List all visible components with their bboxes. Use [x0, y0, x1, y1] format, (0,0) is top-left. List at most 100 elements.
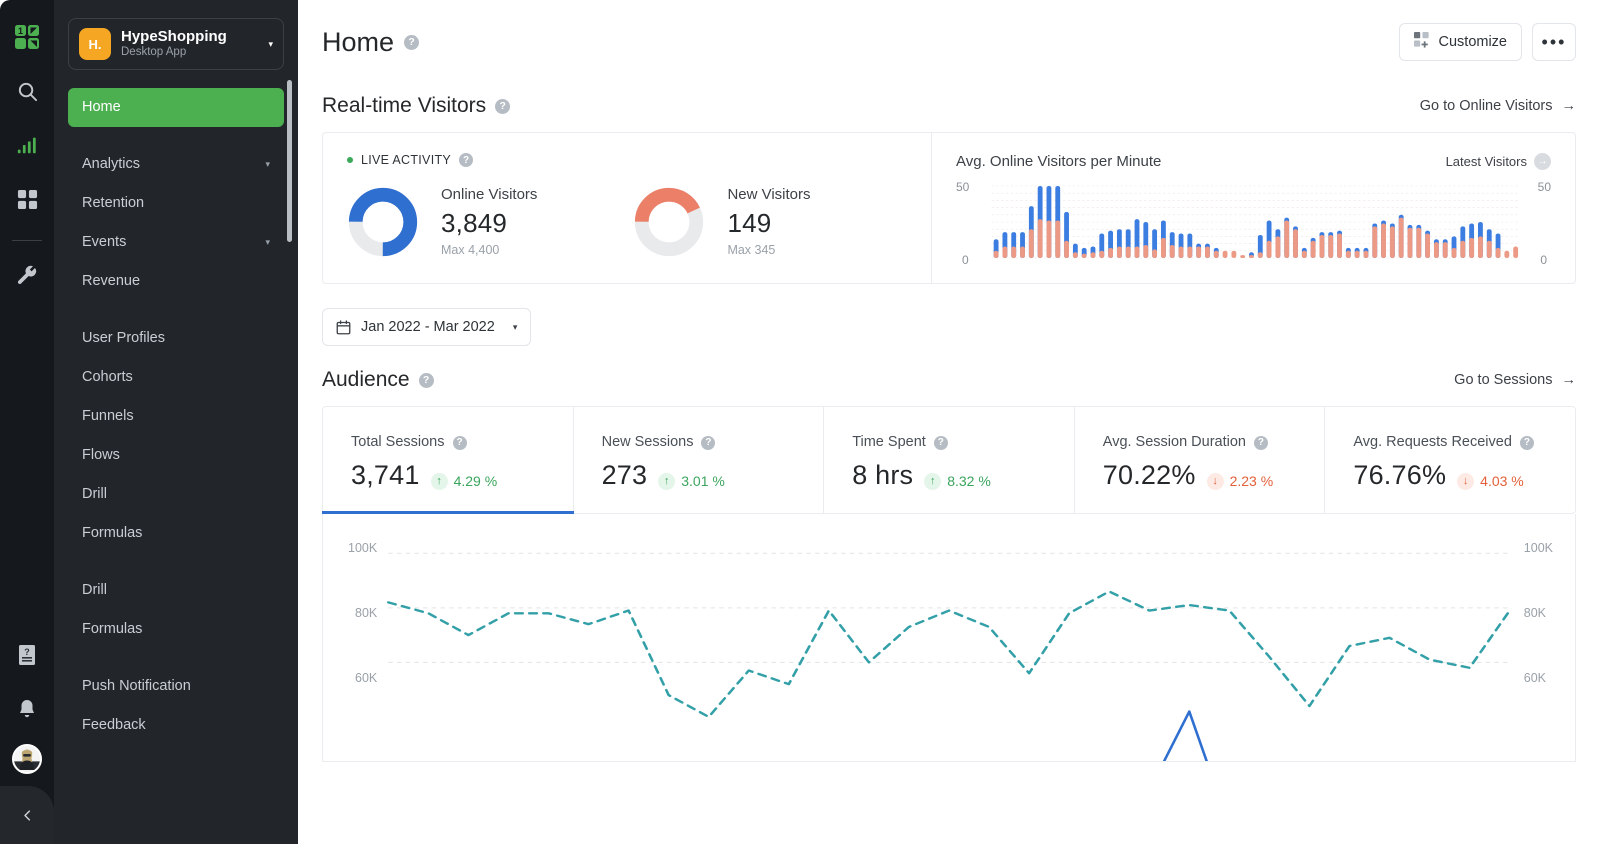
online-visitors-value: 3,849 — [441, 205, 537, 241]
date-range-picker[interactable]: Jan 2022 - Mar 2022 ▾ — [322, 308, 531, 346]
workspace-logo: H. — [79, 28, 111, 60]
help-icon[interactable]: ? — [459, 153, 473, 167]
search-icon[interactable] — [8, 72, 46, 110]
metric-delta-text: 4.03 % — [1480, 473, 1524, 489]
metric-card-time-spent[interactable]: Time Spent?8 hrs↑8.32 % — [824, 407, 1075, 513]
metric-delta-text: 8.32 % — [947, 473, 991, 489]
online-visitors-max: Max 4,400 — [441, 241, 537, 259]
sidebar-item-formulas[interactable]: Formulas — [68, 610, 284, 649]
help-icon[interactable]: ? — [404, 35, 419, 50]
help-icon[interactable]: ? — [495, 99, 510, 114]
customize-button[interactable]: Customize — [1399, 23, 1523, 61]
latest-visitors-link[interactable]: Latest Visitors → — [1446, 153, 1551, 170]
analytics-bar-icon[interactable] — [8, 126, 46, 164]
workspace-switcher[interactable]: H. HypeShopping Desktop App ▾ — [68, 18, 284, 70]
help-icon[interactable]: ? — [934, 436, 948, 450]
wrench-icon[interactable] — [8, 257, 46, 295]
sidebar-item-drill[interactable]: Drill — [68, 475, 284, 514]
arrow-right-icon: → — [1562, 98, 1577, 114]
sidebar-scrollbar[interactable] — [287, 80, 292, 242]
more-options-button[interactable]: ••• — [1532, 23, 1576, 61]
chevron-down-icon: ▾ — [265, 233, 270, 252]
logo-icon[interactable]: 1 — [8, 18, 46, 56]
sidebar-item-label: Cohorts — [82, 368, 133, 387]
metric-card-avg-requests-received[interactable]: Avg. Requests Received?76.76%↓4.03 % — [1325, 407, 1575, 513]
metric-delta: ↑ 8.32 % — [924, 473, 991, 490]
metrics-row: Total Sessions? 3,741 ↑ 4.29 % New Sessions?… — [322, 406, 1576, 514]
sidebar-item-label: Formulas — [82, 620, 142, 639]
rail-bottom-group: ? — [0, 636, 54, 774]
metric-card-new-sessions[interactable]: New Sessions?273↑3.01 % — [574, 407, 825, 513]
page-title-text: Home — [322, 27, 394, 58]
chevron-down-icon: ▾ — [513, 322, 518, 333]
metric-delta-text: 4.29 % — [454, 473, 498, 489]
go-to-online-visitors-link[interactable]: Go to Online Visitors → — [1420, 98, 1576, 114]
sidebar-item-push-notification[interactable]: Push Notification — [68, 667, 284, 706]
chevron-down-icon: ▾ — [265, 155, 270, 174]
metric-value-row: 3,741 ↑ 4.29 % — [351, 460, 573, 491]
apps-grid-icon[interactable] — [8, 180, 46, 218]
sidebar-item-label: Push Notification — [82, 677, 191, 696]
metric-card-total-sessions[interactable]: Total Sessions? 3,741 ↑ 4.29 % — [323, 407, 574, 513]
help-icon[interactable]: ? — [701, 436, 715, 450]
help-icon[interactable]: ? — [453, 436, 467, 450]
trend-down-icon: ↓ — [1207, 473, 1224, 490]
sidebar-item-label: Funnels — [82, 407, 134, 426]
page-title: Home ? — [322, 27, 419, 58]
sidebar-item-formulas[interactable]: Formulas — [68, 514, 284, 553]
metric-delta: ↓ 4.03 % — [1457, 473, 1524, 490]
sidebar-group-gap — [68, 301, 284, 319]
metric-label: Total Sessions? — [351, 433, 573, 452]
metric-delta-text: 3.01 % — [681, 473, 725, 489]
realtime-panel: LIVE ACTIVITY ? Online Visitors 3,849 — [322, 132, 1576, 284]
metric-label: Avg. Requests Received? — [1353, 433, 1575, 452]
trend-up-icon: ↑ — [431, 473, 448, 490]
new-visitors-text: New Visitors 149 Max 345 — [727, 185, 810, 259]
metric-delta-text: 2.23 % — [1230, 473, 1274, 489]
trend-up-icon: ↑ — [924, 473, 941, 490]
sidebar-item-cohorts[interactable]: Cohorts — [68, 358, 284, 397]
collapse-sidebar-button[interactable] — [0, 786, 54, 844]
realtime-header: Real-time Visitors ? Go to Online Visito… — [322, 84, 1576, 132]
calendar-icon — [336, 320, 351, 335]
sidebar-group-gap — [68, 127, 284, 145]
sidebar-item-home[interactable]: Home — [68, 88, 284, 127]
help-doc-icon[interactable]: ? — [8, 636, 46, 674]
avg-visitors-title: Avg. Online Visitors per Minute — [956, 153, 1161, 170]
sidebar-item-revenue[interactable]: Revenue — [68, 262, 284, 301]
sidebar-item-label: Analytics — [82, 155, 140, 174]
metric-value: 70.22% — [1103, 460, 1196, 491]
metric-label: New Sessions? — [602, 433, 824, 452]
go-to-sessions-link[interactable]: Go to Sessions → — [1454, 372, 1576, 388]
metric-value: 3,741 — [351, 460, 420, 491]
audience-header: Audience ? Go to Sessions → — [322, 358, 1576, 406]
sidebar-group-gap — [68, 553, 284, 571]
sidebar-item-funnels[interactable]: Funnels — [68, 397, 284, 436]
sidebar-item-analytics[interactable]: Analytics ▾ — [68, 145, 284, 184]
online-visitors-stat: Online Visitors 3,849 Max 4,400 — [347, 185, 537, 259]
top-bar-actions: Customize ••• — [1399, 23, 1577, 61]
sidebar-item-label: Retention — [82, 194, 144, 213]
avatar[interactable] — [12, 744, 42, 774]
main-content: Home ? Customize •• — [298, 0, 1600, 844]
bell-icon[interactable] — [8, 690, 46, 728]
sidebar-item-label: Drill — [82, 581, 107, 600]
new-visitors-max: Max 345 — [727, 241, 810, 259]
sidebar-item-label: Drill — [82, 485, 107, 504]
sidebar-item-retention[interactable]: Retention — [68, 184, 284, 223]
sidebar-item-user-profiles[interactable]: User Profiles — [68, 319, 284, 358]
sidebar-item-events[interactable]: Events▾ — [68, 223, 284, 262]
sidebar-item-flows[interactable]: Flows — [68, 436, 284, 475]
realtime-title-text: Real-time Visitors — [322, 94, 486, 118]
avg-visitors-panel: Avg. Online Visitors per Minute Latest V… — [932, 133, 1575, 283]
trend-down-icon: ↓ — [1457, 473, 1474, 490]
help-icon[interactable]: ? — [1254, 436, 1268, 450]
help-icon[interactable]: ? — [419, 373, 434, 388]
metric-card-avg-session-duration[interactable]: Avg. Session Duration?70.22%↓2.23 % — [1075, 407, 1326, 513]
app-root: 1 — [0, 0, 1600, 844]
sidebar-item-feedback[interactable]: Feedback — [68, 706, 284, 745]
avg-visitors-header: Avg. Online Visitors per Minute Latest V… — [956, 153, 1551, 170]
sidebar-item-drill[interactable]: Drill — [68, 571, 284, 610]
sidebar-nav: Home Analytics ▾ Retention Events▾Revenue Use… — [54, 88, 298, 745]
help-icon[interactable]: ? — [1520, 436, 1534, 450]
